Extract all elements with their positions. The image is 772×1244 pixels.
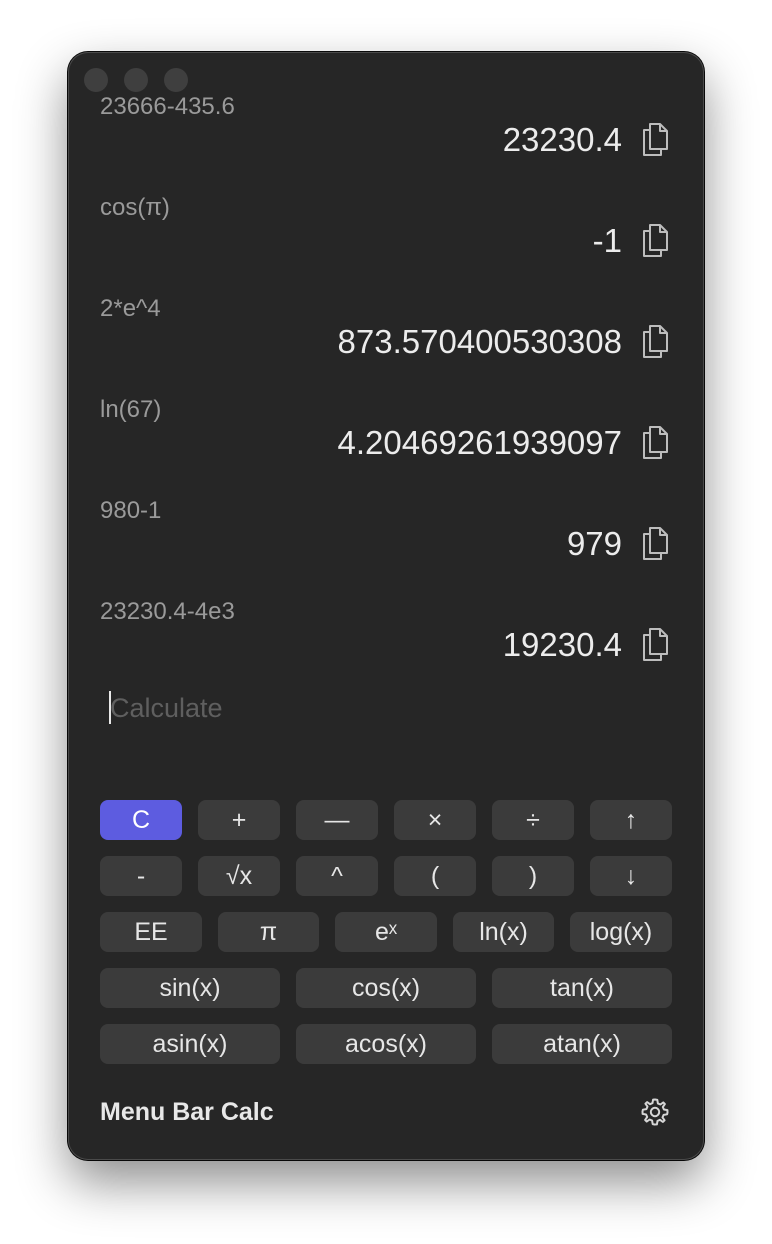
pi-button[interactable]: π: [218, 912, 319, 952]
ln-button[interactable]: ln(x): [453, 912, 554, 952]
app-title: Menu Bar Calc: [100, 1098, 274, 1126]
history-up-button[interactable]: ↑: [590, 800, 672, 840]
calculate-input[interactable]: [110, 688, 660, 728]
power-button[interactable]: ^: [296, 856, 378, 896]
zoom-window-button[interactable]: [164, 68, 188, 92]
plus-button[interactable]: +: [198, 800, 280, 840]
gear-icon[interactable]: [640, 1097, 670, 1127]
history-down-button[interactable]: ↓: [590, 856, 672, 896]
exp-button[interactable]: eˣ: [335, 912, 437, 952]
square-root-button[interactable]: √x: [198, 856, 280, 896]
history-entry: ln(67) 4.20469261939097: [68, 396, 704, 497]
exponent-ee-button[interactable]: EE: [100, 912, 202, 952]
atan-button[interactable]: atan(x): [492, 1024, 672, 1064]
history-entry: 23666-435.6 23230.4: [68, 93, 704, 194]
history-result[interactable]: -1: [593, 221, 622, 261]
history-expression[interactable]: 2*e^4: [100, 295, 161, 323]
history-result[interactable]: 19230.4: [503, 625, 622, 665]
minus-button[interactable]: —: [296, 800, 378, 840]
cos-button[interactable]: cos(x): [296, 968, 476, 1008]
tan-button[interactable]: tan(x): [492, 968, 672, 1008]
history-entry: 980-1 979: [68, 497, 704, 598]
history-expression[interactable]: cos(π): [100, 194, 170, 222]
history-result[interactable]: 4.20469261939097: [338, 423, 622, 463]
asin-button[interactable]: asin(x): [100, 1024, 280, 1064]
history-result[interactable]: 979: [567, 524, 622, 564]
log-button[interactable]: log(x): [570, 912, 672, 952]
open-paren-button[interactable]: (: [394, 856, 476, 896]
copy-icon[interactable]: [640, 220, 672, 260]
copy-icon[interactable]: [640, 624, 672, 664]
history-list: 23666-435.6 23230.4 cos(π) -1 2*e^4 873.…: [68, 52, 704, 680]
history-result[interactable]: 23230.4: [503, 120, 622, 160]
close-window-button[interactable]: [84, 68, 108, 92]
minimize-window-button[interactable]: [124, 68, 148, 92]
history-entry: cos(π) -1: [68, 194, 704, 295]
copy-icon[interactable]: [640, 523, 672, 563]
history-entry: 23230.4-4e3 19230.4: [68, 598, 704, 680]
history-expression[interactable]: ln(67): [100, 396, 161, 424]
sin-button[interactable]: sin(x): [100, 968, 280, 1008]
calculator-window: 23666-435.6 23230.4 cos(π) -1 2*e^4 873.…: [68, 52, 704, 1160]
history-result[interactable]: 873.570400530308: [338, 322, 622, 362]
history-entry: 2*e^4 873.570400530308: [68, 295, 704, 396]
copy-icon[interactable]: [640, 422, 672, 462]
copy-icon[interactable]: [640, 119, 672, 159]
divide-button[interactable]: ÷: [492, 800, 574, 840]
copy-icon[interactable]: [640, 321, 672, 361]
multiply-button[interactable]: ×: [394, 800, 476, 840]
acos-button[interactable]: acos(x): [296, 1024, 476, 1064]
clear-button[interactable]: C: [100, 800, 182, 840]
history-expression[interactable]: 23230.4-4e3: [100, 598, 235, 626]
history-expression[interactable]: 23666-435.6: [100, 93, 235, 121]
negate-button[interactable]: -: [100, 856, 182, 896]
history-expression[interactable]: 980-1: [100, 497, 161, 525]
input-row: [100, 688, 670, 728]
close-paren-button[interactable]: ): [492, 856, 574, 896]
